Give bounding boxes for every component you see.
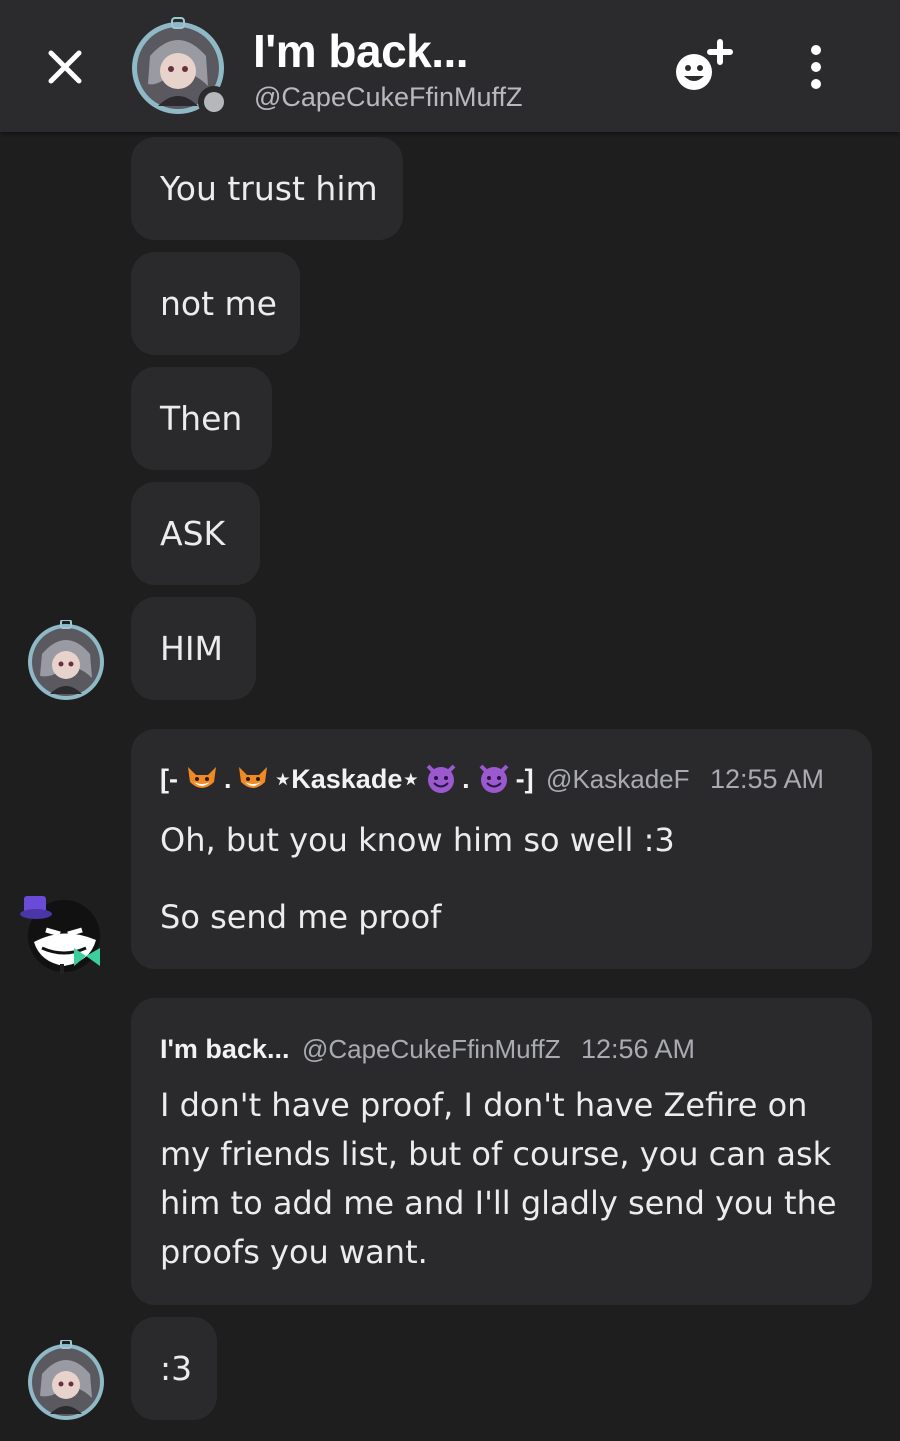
author-name-prefix: [- — [160, 764, 186, 794]
message-bubble[interactable]: You trust him — [131, 137, 403, 240]
message-text: Then — [160, 399, 243, 438]
reply-message[interactable]: I'm back... @CapeCukeFfinMuffZ 12:56 AM … — [131, 998, 872, 1305]
author-handle: @CapeCukeFfinMuffZ — [301, 1034, 561, 1064]
message-timestamp: 12:56 AM — [580, 1034, 696, 1064]
message-text: Oh, but you know him so well :3 — [160, 821, 675, 859]
message-meta: I'm back... @CapeCukeFfinMuffZ 12:56 AM — [160, 1034, 695, 1065]
dm-title: I'm back... — [253, 25, 469, 77]
smiling-devil-emoji — [426, 764, 456, 793]
author-handle: @KaskadeF — [546, 764, 690, 794]
message-bubble[interactable]: Then — [131, 367, 272, 470]
author-name: I'm back... — [160, 1034, 290, 1064]
author-name-core: ⋆Kaskade⋆ — [274, 764, 420, 794]
fox-emoji — [188, 767, 217, 788]
user-avatar[interactable] — [26, 1340, 106, 1420]
reply-message[interactable]: [- . ⋆Kaskade⋆ . -] @KaskadeF 12:55 AM O… — [131, 729, 872, 969]
author-name-dot: . — [462, 764, 478, 794]
message-text: I don't have proof, I don't have Zefire … — [160, 1086, 837, 1271]
author-name-end: -] — [515, 764, 534, 794]
message-text: :3 — [160, 1349, 193, 1388]
message-text: not me — [160, 284, 277, 323]
message-text: You trust him — [160, 169, 378, 208]
add-friend-icon[interactable] — [672, 38, 734, 94]
message-bubble[interactable]: not me — [131, 252, 300, 355]
fox-emoji — [238, 767, 267, 788]
message-meta: [- . ⋆Kaskade⋆ . -] @KaskadeF 12:55 AM — [160, 762, 824, 795]
message-text: So send me proof — [160, 898, 442, 936]
smiling-devil-emoji — [479, 764, 509, 793]
user-avatar[interactable] — [20, 886, 110, 976]
close-icon[interactable] — [40, 42, 90, 92]
message-timestamp: 12:55 AM — [709, 764, 825, 794]
message-text: ASK — [160, 514, 226, 553]
dm-handle: @CapeCukeFfinMuffZ — [254, 82, 523, 112]
message-bubble[interactable]: HIM — [131, 597, 256, 700]
author-name-mid: . — [223, 764, 232, 794]
message-bubble[interactable]: :3 — [131, 1317, 217, 1420]
message-bubble[interactable]: ASK — [131, 482, 260, 585]
message-text: HIM — [160, 629, 224, 668]
dm-header: I'm back... @CapeCukeFfinMuffZ — [0, 0, 900, 132]
status-indicator — [198, 86, 230, 118]
more-vertical-icon[interactable] — [800, 44, 832, 90]
user-avatar[interactable] — [26, 620, 106, 700]
